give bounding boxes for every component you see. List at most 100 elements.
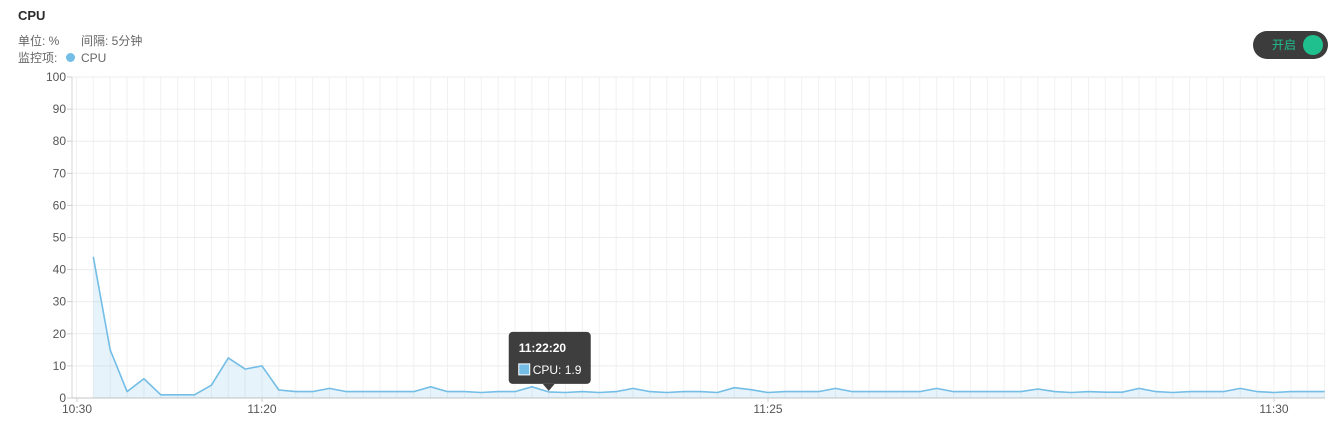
data-point [344,390,348,394]
data-point [462,390,466,394]
data-point [1221,390,1225,394]
data-point [665,391,669,395]
data-point [277,388,281,392]
data-point [867,390,871,394]
data-point [732,386,736,390]
data-point [1036,387,1040,391]
data-point [125,390,129,394]
y-tick-label: 90 [53,102,67,116]
data-point [142,377,146,381]
x-tick-label: 11:25 [753,402,782,416]
metric-label: 监控项: [18,51,58,65]
y-tick-label: 20 [53,327,67,341]
panel-title: CPU [18,8,46,23]
y-tick-label: 70 [53,166,67,180]
data-point [1154,390,1158,394]
data-point [699,390,703,394]
data-point [682,390,686,394]
data-point [783,390,787,394]
data-point [446,390,450,394]
data-point [311,390,315,394]
data-point [328,386,332,390]
data-point [985,390,989,394]
legend-dot-icon [66,53,75,62]
data-point [361,390,365,394]
cpu-chart: 010203040506070809010010:30 11:20 11:25 11:… [46,70,1326,416]
data-point [395,390,399,394]
series-line-cpu [92,256,1325,396]
data-point [91,255,95,259]
data-point [1306,390,1310,394]
data-point [193,393,197,397]
data-point [564,391,568,395]
y-tick-label: 50 [53,231,67,245]
data-point [884,390,888,394]
legend-item-cpu[interactable]: CPU [81,50,106,66]
data-point [260,364,264,368]
data-point [513,390,517,394]
grid [72,76,1326,399]
tooltip-title: 11:22:20 [519,341,567,355]
data-point [817,390,821,394]
unit-label: 单位: % [18,34,60,48]
x-tick-label: 11:30 [1259,402,1288,416]
y-tick-label: 60 [53,198,67,212]
data-point [108,348,112,352]
data-point [412,390,416,394]
data-point [850,390,854,394]
data-point [1272,391,1276,395]
data-point [226,356,230,360]
y-tick-label: 40 [53,263,67,277]
data-point [1238,386,1242,390]
data-point [597,391,601,395]
data-point [496,390,500,394]
x-tick-label: 10:30 [62,402,92,416]
tooltip-series-marker [518,363,531,376]
data-point [968,390,972,394]
y-tick-label: 80 [53,134,67,148]
series-area-cpu [93,256,1325,398]
data-point [530,385,534,389]
data-point [1205,390,1209,394]
data-point [1053,390,1057,394]
data-point [901,390,905,394]
data-point [648,390,652,394]
data-point [918,390,922,394]
monitor-toggle[interactable]: 开启 [1253,31,1328,59]
data-point [294,390,298,394]
data-point [1171,391,1175,395]
data-point [766,391,770,395]
data-point [749,388,753,392]
data-point [614,390,618,394]
tooltip: 11:22:20 CPU: 1.9 [508,331,591,391]
interval-label: 间隔: 5分钟 [81,34,143,48]
data-point [1087,390,1091,394]
data-point [1070,391,1074,395]
y-tick-label: 100 [46,70,66,84]
toggle-label: 开启 [1272,38,1297,52]
data-point [176,393,180,397]
data-point [1188,390,1192,394]
data-point [715,391,719,395]
data-point [952,390,956,394]
x-tick-label: 11:20 [247,402,276,416]
y-tick-label: 10 [53,359,67,373]
data-point [1002,390,1006,394]
toggle-knob-icon [1303,35,1323,55]
data-points [91,255,1326,397]
tooltip-label: CPU: 1.9 [533,363,582,377]
data-point [243,367,247,371]
data-point [1323,390,1327,394]
data-point [935,386,939,390]
data-point [1120,390,1124,394]
data-point [209,383,213,387]
data-point [1103,390,1107,394]
data-point [581,390,585,394]
data-point [1019,390,1023,394]
data-point [429,385,433,389]
data-point [479,391,483,395]
data-point [631,386,635,390]
data-point [800,390,804,394]
y-tick-label: 30 [53,295,67,309]
data-point [1289,390,1293,394]
